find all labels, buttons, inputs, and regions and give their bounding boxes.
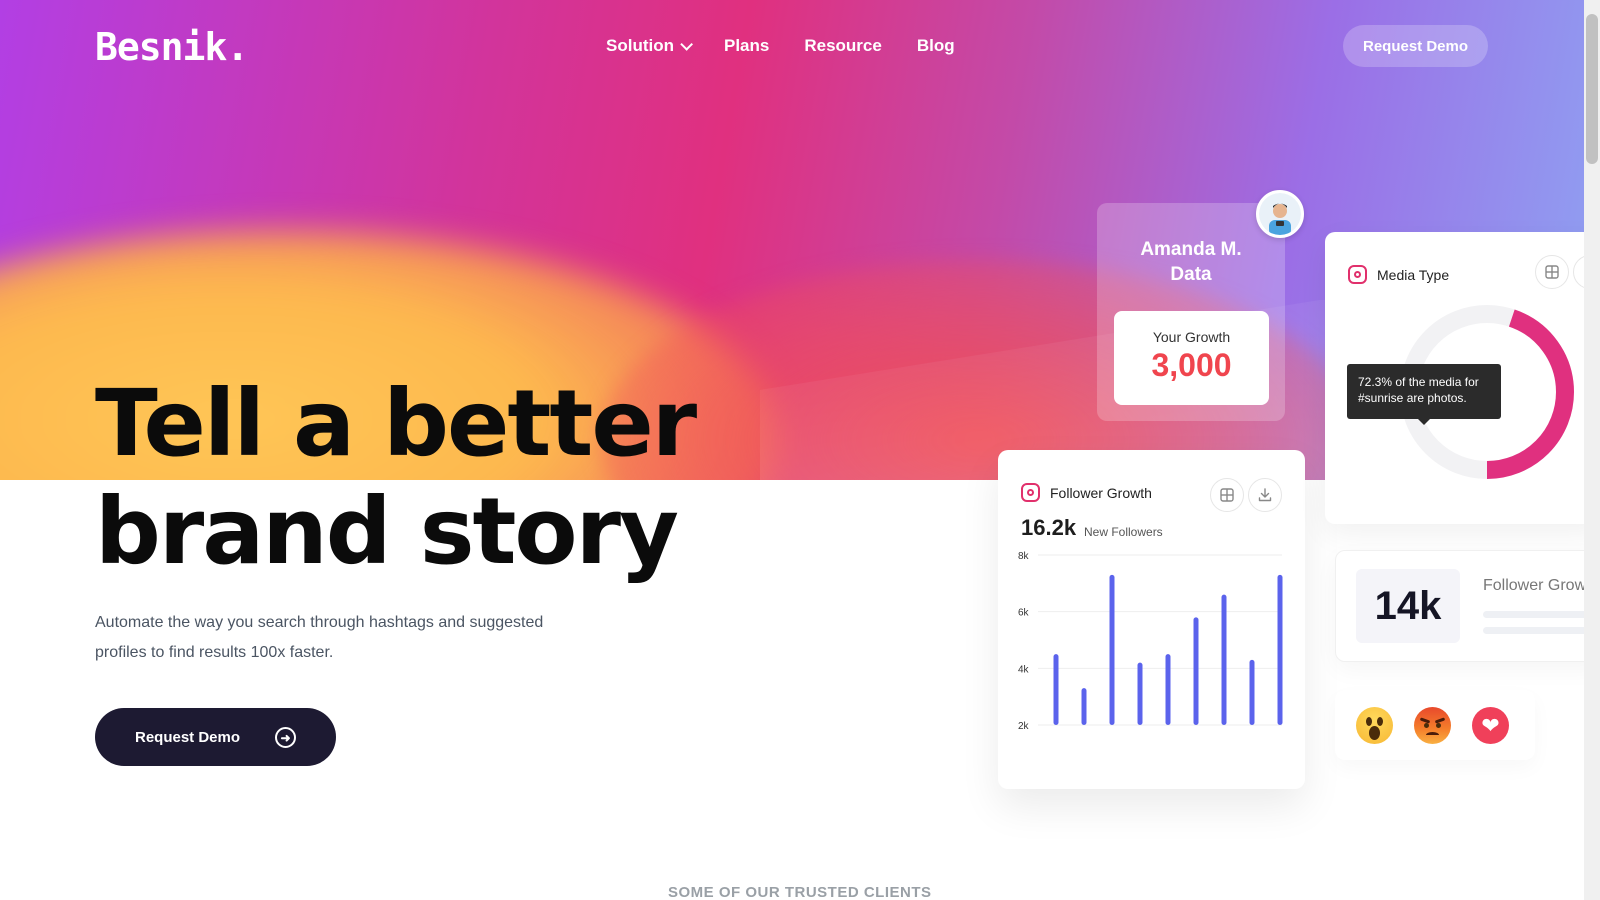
reactions-card: ❤ — [1335, 690, 1535, 760]
profile-name-line1: Amanda M. — [1140, 239, 1242, 260]
stat-card: 14k Follower Grow — [1335, 550, 1600, 662]
chart-bar — [1109, 574, 1115, 725]
instagram-icon — [1348, 265, 1367, 284]
stat-value: 14k — [1356, 569, 1460, 643]
hero-request-demo-button[interactable]: Request Demo ➜ — [95, 708, 336, 766]
main-nav: Solution Plans Resource Blog — [606, 36, 990, 56]
nav-item-resource[interactable]: Resource — [804, 36, 881, 56]
chart-bar — [1137, 662, 1143, 725]
download-icon — [1258, 488, 1272, 502]
grid-view-button[interactable] — [1535, 255, 1569, 289]
card-title: Media Type — [1377, 266, 1450, 283]
profile-card: Amanda M. Data Your Growth 3,000 — [1097, 203, 1285, 421]
header-request-demo-button[interactable]: Request Demo — [1343, 25, 1488, 67]
hero-title-line2: brand story — [95, 478, 679, 585]
profile-name: Amanda M. Data — [1097, 237, 1285, 287]
scrollbar-thumb[interactable] — [1586, 14, 1598, 164]
chart-bar — [1053, 654, 1059, 725]
card-header: Media Type — [1348, 265, 1449, 284]
follower-growth-card: Follower Growth 16.2k New Followers 8k 6k… — [998, 450, 1305, 789]
follower-growth-chart: 8k 6k 4k 2k — [1018, 551, 1283, 732]
growth-box: Your Growth 3,000 — [1114, 311, 1269, 405]
nav-item-solution[interactable]: Solution — [606, 36, 693, 56]
grid-view-button[interactable] — [1210, 478, 1244, 512]
chart-bar — [1193, 617, 1199, 725]
chart-bar — [1277, 574, 1283, 725]
card-title: Follower Growth — [1050, 484, 1152, 501]
wow-emoji-icon — [1356, 707, 1393, 744]
brand-logo[interactable]: Besnik. — [95, 25, 249, 69]
chart-bar — [1221, 594, 1227, 725]
love-heart-icon: ❤ — [1472, 707, 1509, 744]
grid-icon — [1545, 265, 1559, 279]
chart-bar — [1249, 659, 1255, 725]
cta-label: Request Demo — [135, 728, 241, 746]
new-followers-label: New Followers — [1084, 525, 1163, 539]
y-tick-label: 2k — [1018, 721, 1030, 732]
hero-subtitle-line2: profiles to find results 100x faster. — [95, 644, 334, 661]
stat-label: Follower Grow — [1483, 577, 1587, 594]
grid-icon — [1220, 488, 1234, 502]
avatar — [1256, 190, 1304, 238]
hero-title: Tell a better brand story — [95, 370, 815, 586]
nav-item-label: Resource — [804, 36, 882, 55]
instagram-icon — [1021, 483, 1040, 502]
nav-item-plans[interactable]: Plans — [724, 36, 769, 56]
chart-bar — [1165, 654, 1171, 725]
hero-subtitle-line1: Automate the way you search through hash… — [95, 614, 544, 631]
download-button[interactable] — [1248, 478, 1282, 512]
nav-item-label: Plans — [723, 36, 770, 55]
profile-name-line2: Data — [1170, 264, 1212, 285]
growth-value: 3,000 — [1151, 347, 1232, 383]
nav-item-blog[interactable]: Blog — [917, 36, 955, 56]
media-type-card: Media Type 72.3% of the media for #sunri… — [1325, 232, 1600, 524]
hero-title-line1: Tell a better — [95, 370, 697, 477]
arrow-right-circle-icon: ➜ — [275, 727, 296, 748]
y-tick-label: 6k — [1018, 608, 1030, 619]
placeholder-line — [1483, 627, 1600, 634]
growth-label: Your Growth — [1152, 329, 1231, 345]
hero-subtitle: Automate the way you search through hash… — [95, 608, 615, 668]
nav-item-label: Blog — [916, 36, 955, 55]
placeholder-line — [1483, 611, 1600, 618]
page-scrollbar[interactable] — [1584, 0, 1600, 900]
chevron-down-icon — [680, 37, 693, 51]
new-followers-value: 16.2k — [1021, 515, 1077, 540]
card-header: Follower Growth — [1021, 483, 1152, 502]
chart-bar — [1081, 688, 1087, 725]
media-type-tooltip: 72.3% of the media for #sunrise are phot… — [1347, 364, 1501, 425]
y-tick-label: 4k — [1018, 664, 1030, 675]
nav-item-label: Solution — [606, 36, 674, 55]
clients-heading: SOME OF OUR TRUSTED CLIENTS — [668, 884, 932, 900]
y-tick-label: 8k — [1018, 551, 1030, 562]
angry-emoji-icon — [1414, 707, 1451, 744]
